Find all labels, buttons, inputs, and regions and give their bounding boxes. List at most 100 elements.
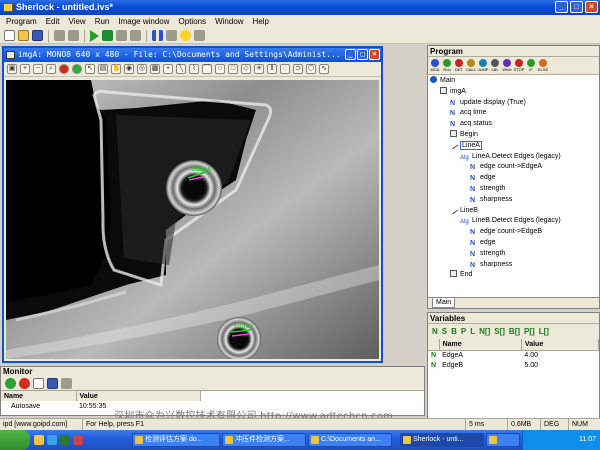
- quicklaunch-icon[interactable]: [60, 435, 70, 445]
- var-type-s-array-button[interactable]: S[]: [494, 327, 505, 336]
- arc-rake-roi-icon[interactable]: ⊃: [293, 64, 303, 74]
- menu-edit[interactable]: Edit: [46, 17, 60, 26]
- var-type-l-button[interactable]: L: [470, 327, 475, 336]
- detect-icon[interactable]: DET: [454, 58, 464, 73]
- maximize-button[interactable]: □: [570, 1, 583, 13]
- taskbar-item[interactable]: [486, 433, 520, 447]
- monitor-options-icon[interactable]: [61, 378, 72, 389]
- quicklaunch-icon[interactable]: [73, 435, 83, 445]
- polygon-roi-icon[interactable]: ⬡: [306, 64, 316, 74]
- keyboard-icon[interactable]: ▤: [98, 64, 108, 74]
- close-button[interactable]: ×: [585, 1, 598, 13]
- menu-view[interactable]: View: [68, 17, 85, 26]
- tree-item[interactable]: Nedge: [430, 238, 598, 249]
- var-type-p-array-button[interactable]: P[]: [524, 327, 535, 336]
- open-folder-icon[interactable]: [18, 30, 29, 41]
- mca-icon[interactable]: MCA: [430, 58, 440, 73]
- jump-icon[interactable]: JUMP: [478, 58, 488, 73]
- taskbar-item-active[interactable]: Sherlock - unti...: [400, 433, 484, 447]
- tree-item[interactable]: imgA: [430, 86, 598, 98]
- point-roi-icon[interactable]: +: [163, 64, 173, 74]
- stop-instruction-icon[interactable]: STOP: [514, 58, 524, 73]
- pause-icon[interactable]: [152, 30, 163, 41]
- circle-roi-icon[interactable]: ○: [215, 64, 225, 74]
- menu-window[interactable]: Window: [215, 17, 243, 26]
- var-type-n-array-button[interactable]: N[]: [479, 327, 490, 336]
- tree-item[interactable]: Nedge count->EdgeB: [430, 227, 598, 238]
- annulus-roi-icon[interactable]: ◌: [280, 64, 290, 74]
- if-icon[interactable]: IF: [526, 58, 536, 73]
- tree-item[interactable]: Nstrength: [430, 249, 598, 260]
- polyline-roi-icon[interactable]: ⌇: [189, 64, 199, 74]
- arc-roi-icon[interactable]: ⌒: [202, 64, 212, 74]
- run-continuous-icon[interactable]: [102, 30, 113, 41]
- step-into-icon[interactable]: [166, 30, 177, 41]
- var-type-p-button[interactable]: P: [461, 327, 466, 336]
- menu-run[interactable]: Run: [95, 17, 110, 26]
- image-canvas[interactable]: EdgeA EdgeB: [6, 80, 379, 359]
- tree-item[interactable]: Nedge count->EdgeA: [430, 162, 598, 173]
- monitor-start-icon[interactable]: [5, 378, 16, 389]
- var-type-l-array-button[interactable]: L[]: [539, 327, 549, 336]
- step-icon[interactable]: [116, 30, 127, 41]
- clock[interactable]: 11:07: [579, 436, 596, 443]
- tree-item[interactable]: Nsharpness: [430, 195, 598, 206]
- quicklaunch-icon[interactable]: [34, 435, 44, 445]
- tree-item[interactable]: Nupdate display (True): [430, 98, 598, 109]
- zoom-in-icon[interactable]: +: [20, 64, 30, 74]
- image-minimize-button[interactable]: _: [345, 49, 356, 60]
- column-value[interactable]: Value: [521, 339, 600, 351]
- tree-item[interactable]: Nacq status: [430, 119, 598, 130]
- tree-item[interactable]: Nsharpness: [430, 260, 598, 271]
- menu-options[interactable]: Options: [179, 17, 207, 26]
- mask-icon[interactable]: ▩: [150, 64, 160, 74]
- image-window-icon[interactable]: [54, 30, 65, 41]
- zoom-out-icon[interactable]: −: [33, 64, 43, 74]
- record-red-icon[interactable]: [59, 64, 69, 74]
- color-icon[interactable]: ◉: [124, 64, 134, 74]
- rotated-rect-roi-icon[interactable]: ◇: [241, 64, 251, 74]
- minimize-button[interactable]: _: [555, 1, 568, 13]
- hourglass-icon[interactable]: [194, 30, 205, 41]
- camera-icon[interactable]: [68, 30, 79, 41]
- tree-item[interactable]: Alg LineB.Detect Edges (legacy): [430, 216, 598, 227]
- var-type-b-array-button[interactable]: B[]: [509, 327, 520, 336]
- monitor-save-icon[interactable]: [47, 378, 58, 389]
- target-icon[interactable]: ◎: [137, 64, 147, 74]
- rect-roi-icon[interactable]: □: [228, 64, 238, 74]
- stop-icon[interactable]: [130, 30, 141, 41]
- fit-icon[interactable]: ▣: [7, 64, 17, 74]
- free-roi-icon[interactable]: ∿: [319, 64, 329, 74]
- tree-item[interactable]: Alg LineA.Detect Edges (legacy): [430, 152, 598, 163]
- run-once-icon[interactable]: [90, 29, 99, 42]
- hand-icon[interactable]: ✋: [111, 64, 121, 74]
- zoom-icon[interactable]: ⌕: [46, 64, 56, 74]
- table-row[interactable]: N EdgeA 4.00: [428, 350, 599, 360]
- image-close-button[interactable]: ×: [369, 49, 380, 60]
- spoke-roi-icon[interactable]: ✳: [254, 64, 264, 74]
- live-green-icon[interactable]: [72, 64, 82, 74]
- rake-roi-icon[interactable]: ⦀: [267, 64, 277, 74]
- taskbar-item[interactable]: C:\Documents an...: [308, 433, 392, 447]
- tree-item[interactable]: Main: [430, 76, 598, 87]
- monitor-new-icon[interactable]: [33, 378, 44, 389]
- menu-help[interactable]: Help: [253, 17, 269, 26]
- menu-program[interactable]: Program: [6, 17, 37, 26]
- bulb-icon[interactable]: [180, 30, 191, 41]
- run-instruction-icon[interactable]: Run: [442, 58, 452, 73]
- app-titlebar[interactable]: Sherlock - untitled.ivs* _ □ ×: [0, 0, 600, 15]
- tree-item[interactable]: Begin: [430, 129, 598, 141]
- menu-image-window[interactable]: Image window: [118, 17, 169, 26]
- line-roi-icon[interactable]: ╲: [176, 64, 186, 74]
- var-type-s-button[interactable]: S: [442, 327, 447, 336]
- monitor-stop-icon[interactable]: [19, 378, 30, 389]
- taskbar-item[interactable]: 冲压件检测方案...: [222, 433, 306, 447]
- tree-item[interactable]: Nstrength: [430, 184, 598, 195]
- else-icon[interactable]: ELSE: [538, 58, 548, 73]
- label-icon[interactable]: LBL: [490, 58, 500, 73]
- tree-item[interactable]: Nedge: [430, 173, 598, 184]
- var-type-b-button[interactable]: B: [451, 327, 457, 336]
- while-icon[interactable]: WhIe: [502, 58, 512, 73]
- new-file-icon[interactable]: [4, 30, 15, 41]
- tree-item[interactable]: LineB: [430, 204, 598, 217]
